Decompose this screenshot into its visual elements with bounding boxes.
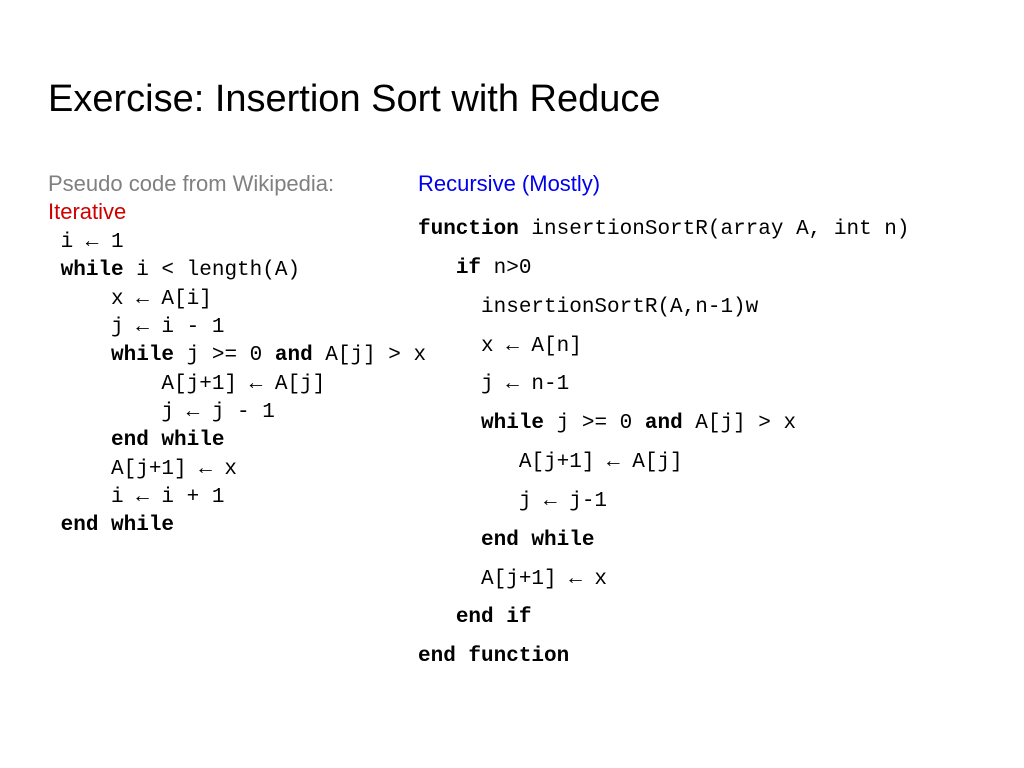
code-token: j ← j-1 [418, 490, 607, 513]
code-token: j ← i - 1 [48, 316, 224, 339]
code-token: x ← A[i] [48, 288, 212, 311]
code-line: j ← j-1 [418, 483, 976, 522]
code-line: A[j+1] ← A[j] [418, 444, 976, 483]
left-column: Pseudo code from Wikipedia: Iterative i … [48, 171, 408, 541]
code-token [48, 259, 61, 282]
code-token: and [645, 412, 683, 435]
code-line: x ← A[n] [418, 328, 976, 367]
code-line: i ← i + 1 [48, 484, 408, 512]
code-line: j ← i - 1 [48, 314, 408, 342]
code-token: j ← n-1 [418, 373, 569, 396]
code-token: A[j] > x [683, 412, 796, 435]
code-line: A[j+1] ← x [418, 561, 976, 600]
code-token: end while [61, 514, 174, 537]
code-line: j ← n-1 [418, 366, 976, 405]
code-token [418, 412, 481, 435]
slide-title: Exercise: Insertion Sort with Reduce [48, 78, 976, 121]
code-line: end function [418, 638, 976, 677]
code-token: A[j+1] ← A[j] [48, 373, 325, 396]
code-token [418, 606, 456, 629]
code-token: insertionSortR(array A, int n) [519, 218, 910, 241]
code-token: x ← A[n] [418, 335, 582, 358]
code-line: end if [418, 599, 976, 638]
code-line: while j >= 0 and A[j] > x [418, 405, 976, 444]
code-token: i ← 1 [48, 231, 124, 254]
code-token [418, 257, 456, 280]
code-token: while [111, 344, 174, 367]
code-token: A[j+1] ← A[j] [418, 451, 683, 474]
code-token: end if [456, 606, 532, 629]
code-line: while j >= 0 and A[j] > x [48, 342, 408, 370]
code-token: i ← i + 1 [48, 486, 224, 509]
columns: Pseudo code from Wikipedia: Iterative i … [48, 171, 976, 677]
code-token: j ← j - 1 [48, 401, 275, 424]
slide-root: Exercise: Insertion Sort with Reduce Pse… [0, 0, 1024, 768]
code-token: end while [111, 429, 224, 452]
code-token [48, 429, 111, 452]
code-token: n>0 [481, 257, 531, 280]
variant-label-recursive: Recursive (Mostly) [418, 171, 976, 197]
code-token: end function [418, 645, 569, 668]
code-line: end while [48, 512, 408, 540]
right-column: Recursive (Mostly) function insertionSor… [408, 171, 976, 677]
code-token: end while [481, 529, 594, 552]
code-token [48, 514, 61, 537]
variant-label-iterative: Iterative [48, 199, 408, 225]
pseudocode-iterative: i ← 1 while i < length(A) x ← A[i] j ← i… [48, 229, 408, 541]
code-token [418, 529, 481, 552]
code-line: end while [48, 427, 408, 455]
code-token: A[j+1] ← x [48, 458, 237, 481]
code-line: function insertionSortR(array A, int n) [418, 211, 976, 250]
code-token: insertionSortR(A,n-1)w [418, 296, 758, 319]
code-line: x ← A[i] [48, 286, 408, 314]
code-line: insertionSortR(A,n-1)w [418, 289, 976, 328]
source-label: Pseudo code from Wikipedia: [48, 171, 408, 197]
code-line: i ← 1 [48, 229, 408, 257]
code-token: function [418, 218, 519, 241]
code-token [48, 344, 111, 367]
code-token: j >= 0 [174, 344, 275, 367]
code-token: while [61, 259, 124, 282]
code-line: while i < length(A) [48, 257, 408, 285]
code-token: i < length(A) [124, 259, 300, 282]
code-token: while [481, 412, 544, 435]
code-line: if n>0 [418, 250, 976, 289]
code-line: end while [418, 522, 976, 561]
code-token: j >= 0 [544, 412, 645, 435]
code-token: if [456, 257, 481, 280]
code-token: A[j+1] ← x [418, 568, 607, 591]
code-token: and [275, 344, 313, 367]
code-line: A[j+1] ← x [48, 456, 408, 484]
code-line: j ← j - 1 [48, 399, 408, 427]
code-line: A[j+1] ← A[j] [48, 371, 408, 399]
pseudocode-recursive: function insertionSortR(array A, int n) … [418, 211, 976, 677]
